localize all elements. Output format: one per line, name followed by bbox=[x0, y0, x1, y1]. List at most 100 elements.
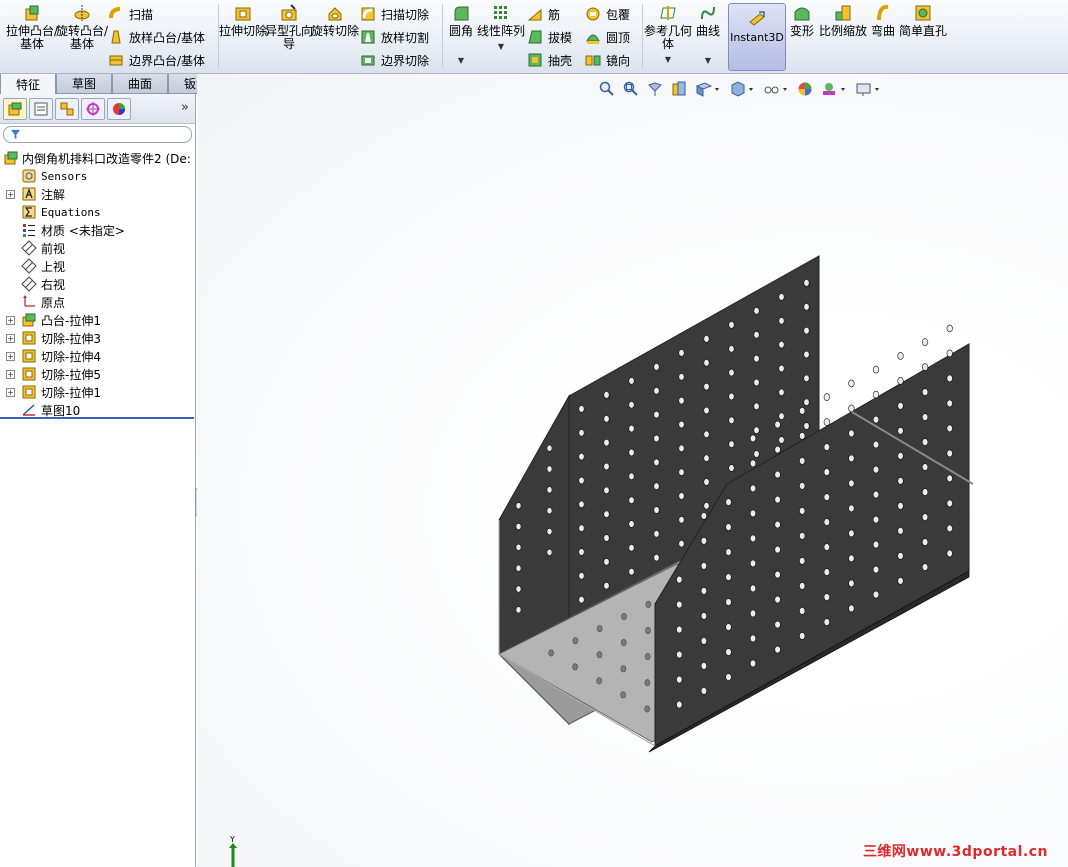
draft-button[interactable]: 拔模 bbox=[527, 28, 572, 46]
display-manager-tab[interactable] bbox=[107, 97, 131, 120]
tree-item[interactable]: 上视 bbox=[0, 257, 195, 275]
tree-item[interactable]: + 凸台-拉伸1 bbox=[0, 311, 195, 329]
configuration-icon bbox=[60, 102, 74, 115]
property-manager-tab[interactable] bbox=[29, 97, 53, 120]
boundary-boss-label: 边界凸台/基体 bbox=[129, 53, 206, 68]
linear-pattern-button[interactable]: 线性阵列 ▼ bbox=[473, 4, 529, 53]
tree-item-label: 草图10 bbox=[41, 403, 81, 418]
loft-boss-button[interactable]: 放样凸台/基体 bbox=[108, 28, 205, 46]
fillet-icon bbox=[454, 6, 469, 21]
cut-extrude-icon bbox=[22, 331, 36, 345]
tree-item[interactable]: + 注解 bbox=[0, 185, 195, 203]
equations-icon bbox=[22, 205, 36, 219]
expand-toggle-icon[interactable]: + bbox=[6, 351, 15, 361]
wrap-button[interactable]: 包覆 bbox=[585, 5, 630, 23]
loft-cut-label: 放样切割 bbox=[381, 30, 430, 45]
tree-item-label: 切除-拉伸5 bbox=[41, 367, 101, 382]
rib-label: 筋 bbox=[548, 7, 561, 22]
draft-icon bbox=[528, 30, 542, 44]
dome-button[interactable]: 圆顶 bbox=[585, 28, 630, 46]
hole-wizard-icon bbox=[281, 4, 297, 21]
expand-toggle-icon[interactable]: + bbox=[6, 189, 15, 199]
rib-icon bbox=[527, 8, 542, 21]
feature-tree: 内倒角机排料口改造零件2 (De: Sensors + 注解 Equations 材质 … bbox=[0, 145, 195, 419]
tree-item[interactable]: 原点 bbox=[0, 293, 195, 311]
sensors-icon bbox=[22, 169, 36, 183]
scale-icon bbox=[835, 5, 851, 21]
tree-item[interactable]: 前视 bbox=[0, 239, 195, 257]
revolve-boss-button[interactable]: 旋转凸台/基体 bbox=[54, 4, 110, 51]
plane-icon bbox=[21, 276, 37, 292]
expand-toggle-icon[interactable]: + bbox=[6, 369, 15, 379]
rollback-bar[interactable] bbox=[0, 417, 194, 419]
boundary-cut-button[interactable]: 边界切除 bbox=[360, 51, 429, 69]
tree-filter-input[interactable] bbox=[3, 126, 192, 143]
dimxpert-manager-tab[interactable] bbox=[81, 97, 105, 120]
tree-item-label: 上视 bbox=[41, 259, 66, 274]
tree-item-label: 原点 bbox=[41, 295, 66, 310]
tree-item[interactable]: + 切除-拉伸3 bbox=[0, 329, 195, 347]
tree-item[interactable]: Equations bbox=[0, 203, 195, 221]
annotations-icon bbox=[22, 187, 36, 201]
mirror-button[interactable]: 镜向 bbox=[585, 51, 630, 69]
simple-hole-icon bbox=[915, 5, 931, 21]
sweep-cut-button[interactable]: 扫描切除 bbox=[360, 5, 429, 23]
cut-extrude-icon bbox=[22, 367, 36, 381]
linear-pattern-dropdown-icon[interactable]: ▼ bbox=[498, 40, 504, 53]
tree-root-label: 内倒角机排料口改造零件2 (De: bbox=[22, 151, 191, 166]
sweep-cut-label: 扫描切除 bbox=[381, 7, 430, 22]
rib-button[interactable]: 筋 bbox=[527, 5, 560, 23]
tree-item-label: 凸台-拉伸1 bbox=[41, 313, 101, 328]
tree-item-label: 切除-拉伸4 bbox=[41, 349, 101, 364]
tree-item[interactable]: 右视 bbox=[0, 275, 195, 293]
sweep-button[interactable]: 扫描 bbox=[108, 5, 153, 23]
tree-item-label: Sensors bbox=[41, 169, 88, 183]
tree-root-part[interactable]: 内倒角机排料口改造零件2 (De: bbox=[0, 149, 195, 167]
sketch-icon bbox=[22, 404, 35, 416]
graphics-area[interactable]: Y 三维网www.3dportal.cn bbox=[197, 74, 1068, 867]
expand-toggle-icon[interactable]: + bbox=[6, 333, 15, 343]
tree-item[interactable]: 材质 <未指定> bbox=[0, 221, 195, 239]
origin-icon bbox=[23, 295, 35, 307]
watermark-text: 三维网www.3dportal.cn bbox=[862, 844, 1048, 860]
loft-cut-button[interactable]: 放样切割 bbox=[360, 28, 429, 46]
plane-icon bbox=[21, 258, 37, 274]
shell-icon bbox=[528, 53, 542, 67]
tab-sketch[interactable]: 草图 bbox=[56, 74, 112, 94]
feature-manager-tab[interactable] bbox=[3, 97, 27, 120]
sweep-icon bbox=[109, 7, 121, 19]
simple-hole-button[interactable]: 简单直孔 bbox=[895, 4, 951, 38]
reference-geometry-dropdown-icon[interactable]: ▼ bbox=[665, 53, 671, 66]
tree-item-label: 切除-拉伸1 bbox=[41, 385, 101, 400]
curves-dropdown-icon[interactable]: ▼ bbox=[705, 54, 711, 67]
expand-toggle-icon[interactable]: + bbox=[6, 315, 15, 325]
revolve-boss-icon bbox=[74, 5, 90, 21]
tree-item-label: 切除-拉伸3 bbox=[41, 331, 101, 346]
tree-item[interactable]: + 切除-拉伸4 bbox=[0, 347, 195, 365]
plane-icon bbox=[21, 240, 37, 256]
dome-icon bbox=[586, 34, 600, 44]
tree-item-label: 注解 bbox=[41, 187, 66, 202]
shell-button[interactable]: 抽壳 bbox=[527, 51, 572, 69]
revolve-cut-button[interactable]: 旋转切除 bbox=[307, 4, 363, 38]
tree-item[interactable]: + 切除-拉伸1 bbox=[0, 383, 195, 401]
more-tabs-icon[interactable]: » bbox=[181, 100, 189, 115]
tab-features[interactable]: 特征 bbox=[0, 74, 56, 94]
tab-surfaces[interactable]: 曲面 bbox=[112, 74, 168, 94]
expand-toggle-icon[interactable]: + bbox=[6, 387, 15, 397]
boundary-cut-label: 边界切除 bbox=[381, 53, 430, 68]
tree-item[interactable]: + 切除-拉伸5 bbox=[0, 365, 195, 383]
reference-triad: Y bbox=[227, 834, 247, 867]
part-model-3d[interactable] bbox=[197, 74, 1068, 867]
filter-icon bbox=[10, 129, 21, 140]
wrap-label: 包覆 bbox=[606, 7, 631, 22]
boundary-boss-button[interactable]: 边界凸台/基体 bbox=[108, 51, 205, 69]
linear-pattern-label: 线性阵列 bbox=[476, 24, 525, 38]
command-tabs: 特征 草图 曲面 钣金 bbox=[0, 74, 224, 94]
fillet-dropdown-icon[interactable]: ▼ bbox=[458, 54, 464, 67]
revolve-boss-label: 旋转凸台/基体 bbox=[55, 24, 109, 51]
mirror-icon bbox=[585, 55, 601, 66]
tree-item[interactable]: Sensors bbox=[0, 167, 195, 185]
extrude-boss-button[interactable]: 拉伸凸台/基体 bbox=[4, 4, 60, 51]
configuration-manager-tab[interactable] bbox=[55, 97, 79, 120]
